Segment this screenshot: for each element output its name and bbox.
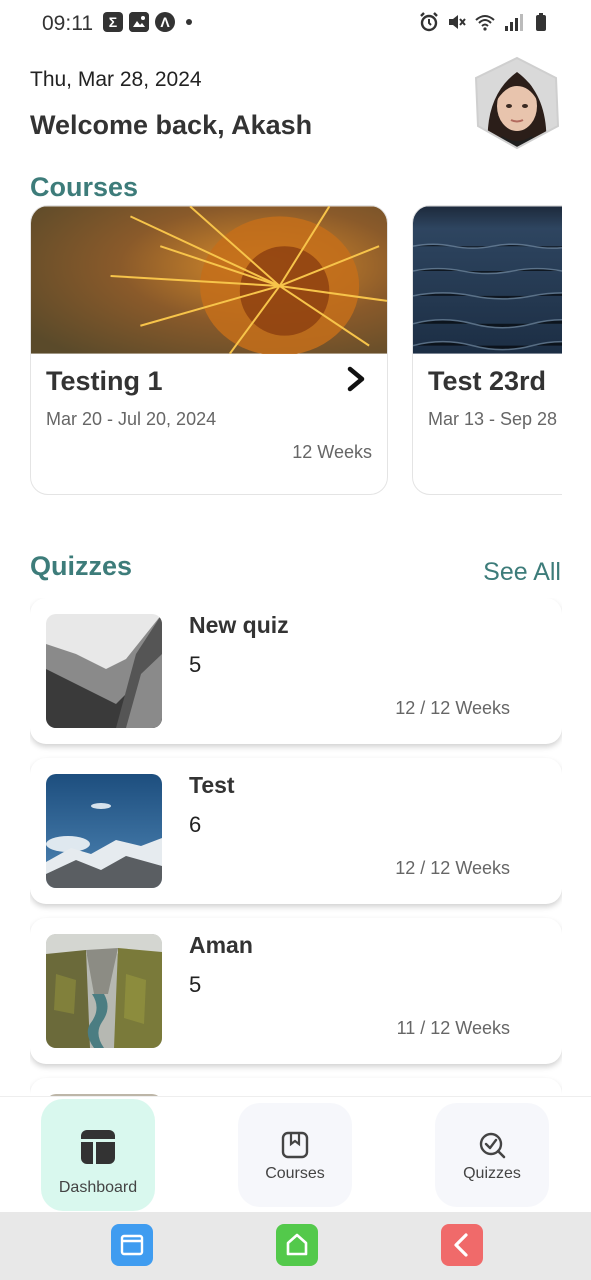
bottom-navigation: Dashboard Courses Quizzes xyxy=(0,1096,591,1212)
home-icon xyxy=(286,1233,308,1256)
nav-label: Courses xyxy=(265,1165,325,1182)
back-button[interactable] xyxy=(441,1224,483,1266)
quizzes-icon xyxy=(479,1132,506,1159)
see-all-link[interactable]: See All xyxy=(483,558,561,587)
battery-icon xyxy=(536,13,546,31)
wifi-icon xyxy=(475,15,495,31)
quiz-list[interactable]: New quiz 5 12 / 12 Weeks Test 6 12 / 12 … xyxy=(30,598,562,1096)
quiz-thumbnail xyxy=(46,934,162,1048)
dot-icon xyxy=(186,19,192,25)
nav-label: Quizzes xyxy=(463,1165,521,1182)
quiz-weeks: 12 / 12 Weeks xyxy=(395,858,510,878)
quiz-title: New quiz xyxy=(189,612,289,638)
recent-apps-icon xyxy=(120,1234,144,1256)
course-image xyxy=(413,206,562,354)
sigma-icon: Σ xyxy=(103,12,123,32)
recent-apps-button[interactable] xyxy=(111,1224,153,1266)
signal-icon xyxy=(505,14,523,31)
quiz-count: 6 xyxy=(189,812,202,837)
nav-item-dashboard[interactable]: Dashboard xyxy=(41,1099,155,1211)
back-icon xyxy=(454,1233,468,1257)
quiz-card[interactable]: Aman 5 11 / 12 Weeks xyxy=(30,918,562,1064)
quiz-card[interactable] xyxy=(30,1078,562,1096)
status-bar: 09:11 Σ Λ xyxy=(0,0,591,46)
course-dates: Mar 13 - Sep 28 xyxy=(428,409,558,429)
course-image xyxy=(31,206,387,354)
mute-icon xyxy=(449,15,466,29)
nav-item-courses[interactable]: Courses xyxy=(238,1103,352,1207)
current-date: Thu, Mar 28, 2024 xyxy=(30,68,202,91)
course-card[interactable]: Test 23rd Mar 13 - Sep 28 xyxy=(412,205,562,495)
chevron-right-icon[interactable] xyxy=(345,366,367,392)
quiz-title: Test xyxy=(189,772,235,798)
status-right-icons xyxy=(419,12,551,32)
system-navigation-bar xyxy=(0,1212,591,1280)
quiz-thumbnail xyxy=(46,774,162,888)
course-title: Test 23rd xyxy=(428,366,547,396)
courses-carousel[interactable]: Testing 1 Mar 20 - Jul 20, 2024 12 Weeks xyxy=(30,205,562,497)
course-dates: Mar 20 - Jul 20, 2024 xyxy=(46,409,217,429)
nav-label: Dashboard xyxy=(58,1179,138,1196)
quiz-count: 5 xyxy=(189,652,202,677)
quiz-title: Aman xyxy=(189,932,253,958)
image-icon xyxy=(129,12,149,32)
home-button[interactable] xyxy=(276,1224,318,1266)
alarm-icon xyxy=(420,12,438,32)
quiz-weeks: 11 / 12 Weeks xyxy=(396,1018,510,1038)
quiz-thumbnail xyxy=(46,614,162,728)
status-time: 09:11 xyxy=(42,12,93,35)
courses-section-title: Courses xyxy=(30,172,139,202)
quizzes-section-title: Quizzes xyxy=(30,551,133,581)
quiz-weeks: 12 / 12 Weeks xyxy=(395,698,510,718)
dashboard-icon xyxy=(81,1130,115,1164)
courses-icon xyxy=(281,1131,309,1159)
welcome-message: Welcome back, Akash xyxy=(30,110,313,140)
quiz-card[interactable]: New quiz 5 12 / 12 Weeks xyxy=(30,598,562,744)
course-card[interactable]: Testing 1 Mar 20 - Jul 20, 2024 12 Weeks xyxy=(30,205,388,495)
lambda-icon: Λ xyxy=(155,12,175,32)
nav-item-quizzes[interactable]: Quizzes xyxy=(435,1103,549,1207)
avatar[interactable] xyxy=(474,56,560,150)
course-title: Testing 1 xyxy=(46,366,163,396)
quiz-card[interactable]: Test 6 12 / 12 Weeks xyxy=(30,758,562,904)
quiz-count: 5 xyxy=(189,972,202,997)
course-weeks: 12 Weeks xyxy=(292,442,372,462)
